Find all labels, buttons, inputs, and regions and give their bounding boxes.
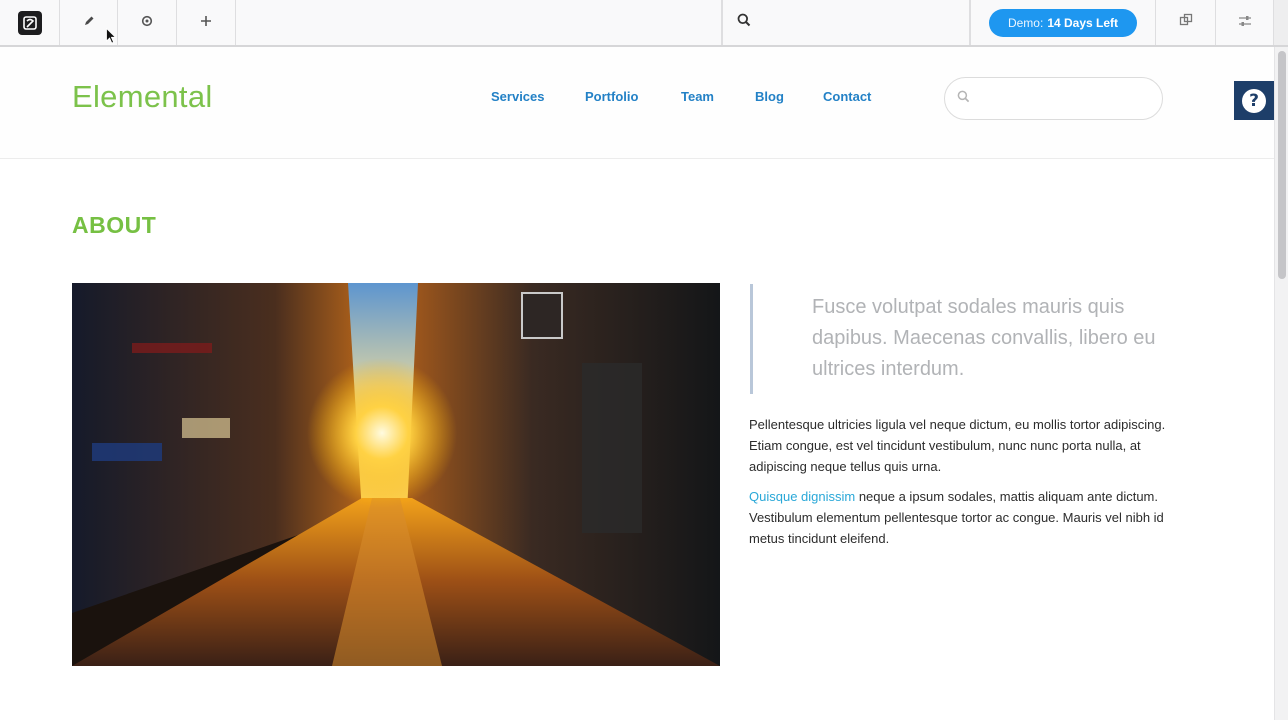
sliders-button[interactable] xyxy=(1216,0,1274,45)
nav-blog[interactable]: Blog xyxy=(755,89,784,104)
pencil-icon xyxy=(83,14,95,32)
quote-accent-bar xyxy=(750,284,753,394)
about-paragraph-link[interactable]: Quisque dignissim xyxy=(749,489,855,504)
layers-button[interactable] xyxy=(1156,0,1216,45)
help-icon: ? xyxy=(1242,88,1266,113)
demo-badge-prefix: Demo: xyxy=(1007,15,1044,30)
nav-services[interactable]: Services xyxy=(491,89,545,104)
sliders-icon xyxy=(1238,14,1252,32)
page-scrollbar[interactable] xyxy=(1274,47,1288,720)
demo-badge-days: 14 Days Left xyxy=(1047,15,1119,30)
about-heading: ABOUT xyxy=(72,212,157,238)
pull-quote: Fusce volutpat sodales mauris quis dapib… xyxy=(812,296,1156,380)
site-search-input[interactable] xyxy=(944,77,1163,120)
toolbar-search[interactable] xyxy=(722,0,970,45)
scrollbar-thumb[interactable] xyxy=(1278,51,1286,279)
demo-badge-cell: Demo: 14 Days Left xyxy=(970,0,1156,45)
site-brand[interactable]: Elemental xyxy=(72,79,213,115)
gear-icon xyxy=(141,14,153,32)
search-icon xyxy=(957,90,970,108)
toolbar-spacer xyxy=(236,0,722,45)
mouse-cursor-icon xyxy=(106,27,117,44)
site-header: Elemental Services Portfolio Team Blog C… xyxy=(0,47,1274,159)
app-logo-button[interactable] xyxy=(0,0,60,45)
toolbar-corner xyxy=(1274,0,1288,45)
settings-button[interactable] xyxy=(118,0,177,45)
nav-portfolio[interactable]: Portfolio xyxy=(585,89,638,104)
add-element-button[interactable] xyxy=(177,0,236,45)
layers-icon xyxy=(1179,13,1193,32)
nav-team[interactable]: Team xyxy=(681,89,714,104)
street-sunset-photo xyxy=(72,283,720,666)
demo-trial-badge[interactable]: Demo: 14 Days Left xyxy=(989,8,1137,37)
about-paragraph-1: Pellentesque ultricies ligula vel neque … xyxy=(749,417,1166,474)
editor-toolbar: Demo: 14 Days Left xyxy=(0,0,1288,47)
search-icon xyxy=(737,13,751,32)
help-button[interactable]: ? xyxy=(1234,81,1274,120)
nav-contact[interactable]: Contact xyxy=(823,89,871,104)
about-paragraph-2: Quisque dignissim neque a ipsum sodales,… xyxy=(749,486,1189,549)
plus-icon xyxy=(200,14,212,32)
app-logo-icon xyxy=(17,10,42,35)
